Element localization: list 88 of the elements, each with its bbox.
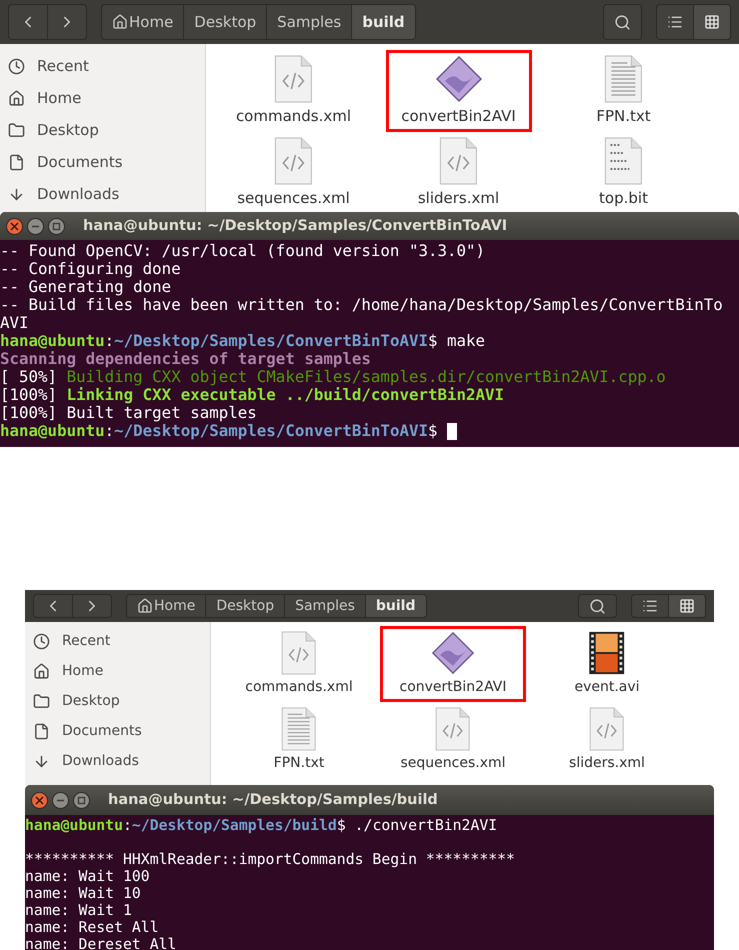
- terminal-line: -- Generating done: [0, 278, 172, 296]
- sidebar-item[interactable]: Documents: [0, 146, 205, 178]
- sidebar-item[interactable]: Home: [0, 82, 205, 114]
- terminal-line: hana@ubuntu:~/Desktop/Samples/build$ ./convertBin2AVI: [25, 817, 498, 834]
- terminal-line: hana@ubuntu:~/Desktop/Samples/ConvertBinToAVI$: [0, 422, 739, 440]
- code-file-icon: [273, 55, 314, 103]
- code-file-icon: [434, 707, 472, 751]
- close-icon: [10, 222, 19, 230]
- grid-view-button[interactable]: [694, 5, 730, 39]
- code-file-icon: [280, 631, 318, 675]
- file-item[interactable]: FPN.txt: [550, 50, 696, 132]
- maximize-icon: [77, 796, 86, 804]
- maximize-button[interactable]: [48, 218, 65, 234]
- breadcrumb-button[interactable]: Desktop: [184, 5, 268, 39]
- clock-icon: [8, 58, 25, 74]
- search-icon: [614, 14, 631, 30]
- maximize-button[interactable]: [73, 792, 90, 808]
- file-item[interactable]: commands.xml: [226, 626, 372, 702]
- folder-icon: [8, 122, 25, 138]
- terminal-line: -- Found OpenCV: /usr/local (found version "3.3.0"): [0, 242, 486, 260]
- file-item[interactable]: sliders.xml: [386, 132, 532, 212]
- terminal-line: name: Dereset All: [25, 936, 178, 950]
- sidebar-item[interactable]: Desktop: [0, 114, 205, 146]
- terminal-line: hana@ubuntu:~/Desktop/Samples/ConvertBinToAVI$ make: [0, 332, 486, 350]
- sidebar-item[interactable]: Documents: [25, 716, 210, 746]
- breadcrumb-button[interactable]: build: [366, 595, 426, 617]
- terminal-line: name: Wait 1: [25, 902, 132, 919]
- breadcrumb-button[interactable]: Home: [127, 595, 206, 617]
- terminal-line: Scanning dependencies of target samples: [0, 350, 371, 368]
- minimize-button[interactable]: [52, 792, 69, 808]
- home-icon: [137, 598, 153, 614]
- text-file-icon: [280, 707, 318, 751]
- sidebar-item[interactable]: Home: [25, 656, 210, 686]
- close-icon: [35, 796, 44, 804]
- close-button[interactable]: [31, 792, 48, 808]
- window-title: hana@ubuntu: ~/Desktop/Samples/ConvertBinToAVI: [83, 218, 508, 234]
- sidebar-item[interactable]: Downloads: [0, 178, 205, 210]
- close-button[interactable]: [6, 218, 23, 234]
- grid-view-button[interactable]: [669, 595, 705, 617]
- terminal-line: [100%] Linking CXX executable ../build/convertBin2AVI: [0, 386, 504, 404]
- home-icon: [33, 662, 50, 680]
- breadcrumb-button[interactable]: Home: [102, 5, 184, 39]
- minimize-button[interactable]: [27, 218, 44, 234]
- text-file-icon: [603, 55, 644, 103]
- sidebar-item[interactable]: Desktop: [25, 686, 210, 716]
- folder-icon: [33, 692, 50, 710]
- terminal-line: name: Wait 10: [25, 885, 142, 902]
- sidebar-item[interactable]: Recent: [25, 626, 210, 656]
- code-file-icon: [438, 137, 479, 185]
- file-item[interactable]: sequences.xml: [220, 132, 366, 212]
- maximize-icon: [52, 222, 61, 230]
- breadcrumb-button[interactable]: build: [352, 5, 415, 39]
- diamond-icon: [431, 631, 475, 675]
- search-icon: [589, 598, 606, 614]
- terminal-line: -- Build files have been written to: /home/hana/Desktop/Samples/ConvertBinTo: [0, 296, 724, 314]
- file-item[interactable]: FPN.txt: [226, 702, 372, 778]
- home-icon: [112, 14, 128, 30]
- file-item[interactable]: event.avi: [534, 626, 680, 702]
- binary-file-icon: [603, 137, 644, 185]
- grid-icon: [704, 14, 720, 30]
- terminal-line: [ 50%] Building CXX object CMakeFiles/samples.dir/convertBin2AVI.cpp.o: [0, 368, 667, 386]
- terminal-line: name: Wait 100: [25, 868, 151, 885]
- terminal-line: ********** HHXmlReader::importCommands Begin **********: [25, 850, 516, 868]
- sidebar-item[interactable]: Recent: [0, 50, 205, 82]
- code-file-icon: [588, 707, 626, 751]
- film-icon: [588, 631, 626, 675]
- terminal-line: AVI: [0, 314, 30, 332]
- list-icon: [642, 598, 658, 614]
- diamond-icon: [434, 55, 482, 103]
- list-icon: [667, 14, 683, 30]
- document-icon: [8, 154, 25, 170]
- terminal-line: -- Configuring done: [0, 260, 182, 278]
- window-title: hana@ubuntu: ~/Desktop/Samples/build: [108, 792, 438, 808]
- terminal-line: name: Reset All: [25, 919, 160, 936]
- clock-icon: [33, 632, 50, 650]
- grid-icon: [679, 598, 695, 614]
- document-icon: [33, 722, 50, 740]
- terminal-line: [100%] Built target samples: [0, 404, 258, 422]
- file-item[interactable]: sequences.xml: [380, 702, 526, 778]
- file-item[interactable]: top.bit: [550, 132, 696, 212]
- sidebar-item[interactable]: Downloads: [25, 746, 210, 776]
- code-file-icon: [273, 137, 314, 185]
- breadcrumb-button[interactable]: Desktop: [206, 595, 286, 617]
- home-icon: [8, 90, 25, 106]
- file-item[interactable]: commands.xml: [220, 50, 366, 132]
- file-item[interactable]: sliders.xml: [534, 702, 680, 778]
- file-item[interactable]: convertBin2AVI: [386, 50, 532, 132]
- file-item[interactable]: convertBin2AVI: [380, 626, 526, 702]
